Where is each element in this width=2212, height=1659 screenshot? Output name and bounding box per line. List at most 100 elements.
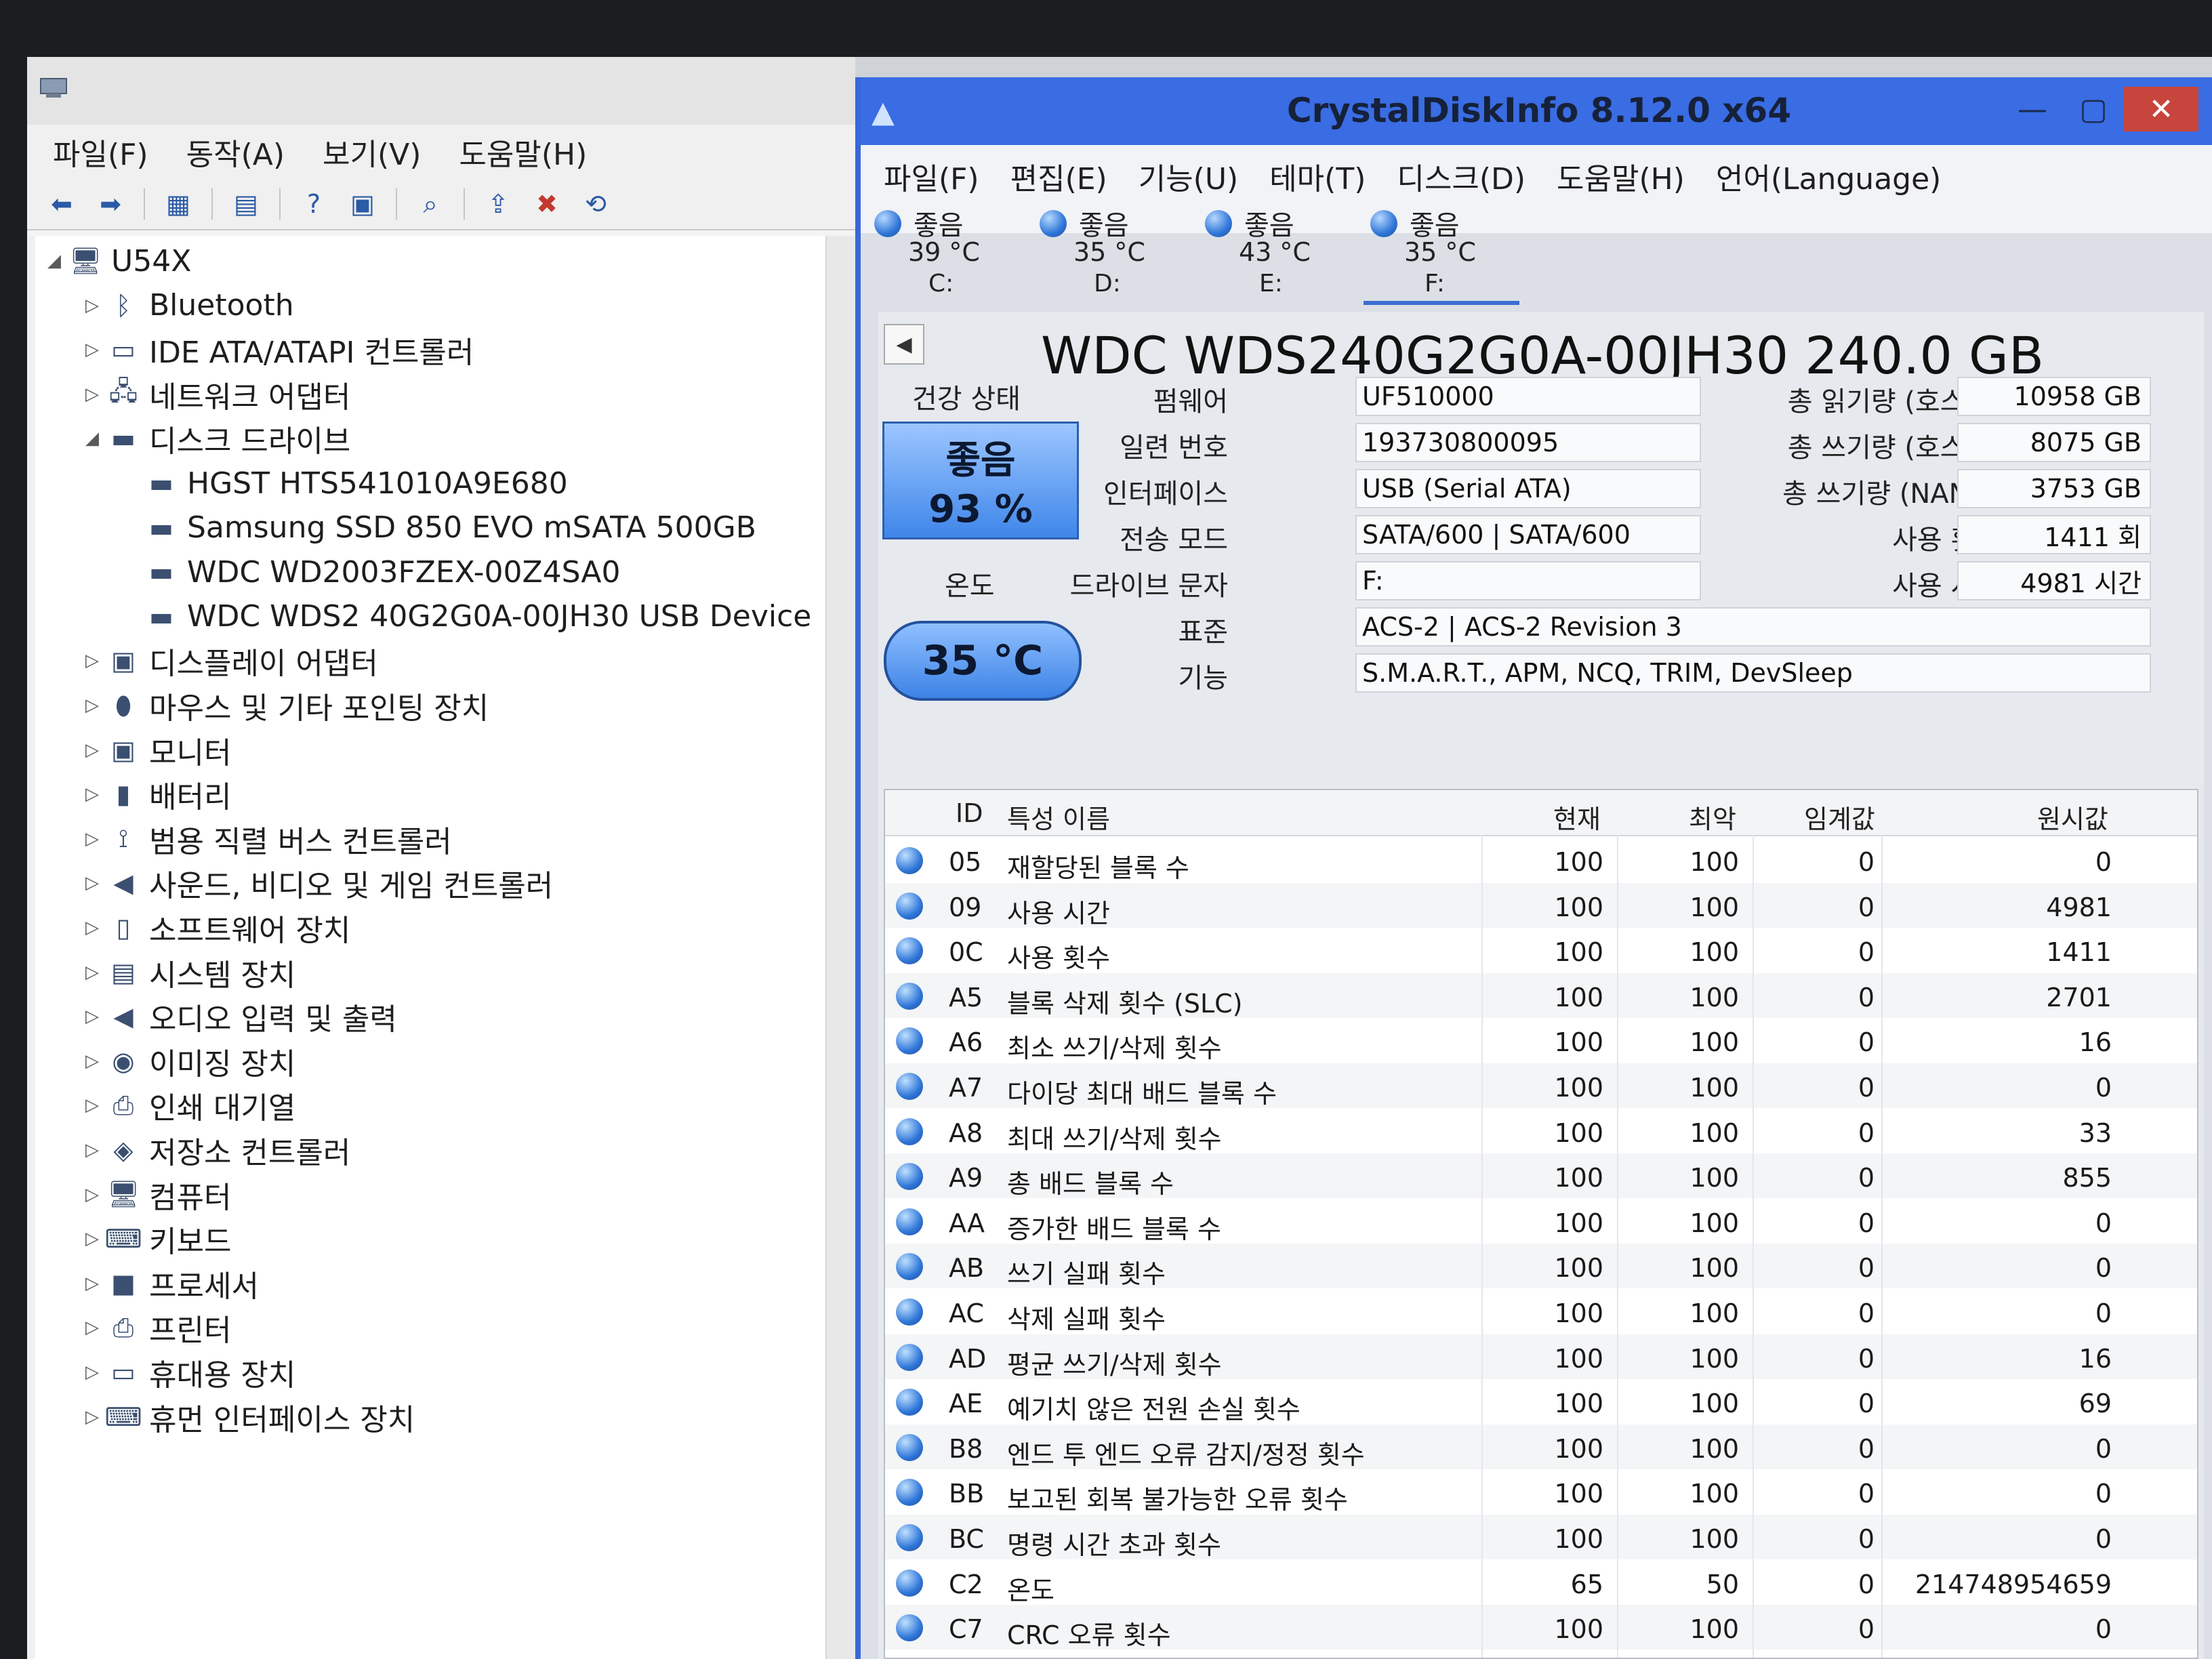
collapsed-arrow-icon[interactable]: ▷: [80, 384, 104, 405]
tree-item[interactable]: ▷ ◀ 오디오 입력 및 출력: [80, 996, 397, 1038]
table-row[interactable]: 05 재할당된 블록 수 100 100 0 0: [885, 838, 2197, 883]
col-threshold[interactable]: 임계값: [1804, 798, 1875, 836]
tree-item[interactable]: ▷ ⌨ 키보드: [80, 1218, 231, 1260]
help-icon[interactable]: ?: [295, 187, 332, 221]
tree-item[interactable]: ▷ ⬮ 마우스 및 기타 포인팅 장치: [80, 684, 489, 726]
collapsed-arrow-icon[interactable]: ▷: [80, 740, 104, 760]
collapsed-arrow-icon[interactable]: ▷: [80, 695, 104, 716]
collapsed-arrow-icon[interactable]: ▷: [80, 1407, 104, 1427]
collapsed-arrow-icon[interactable]: ▷: [80, 1229, 104, 1249]
tree-item[interactable]: ▷ ᛒ Bluetooth: [80, 285, 294, 327]
tree-item[interactable]: ▬ HGST HTS541010A9E680: [118, 462, 568, 504]
table-row[interactable]: A5 블록 삭제 횟수 (SLC) 100 100 0 2701: [885, 972, 2197, 1019]
menu-help[interactable]: 도움말(H): [1557, 155, 1685, 198]
table-row[interactable]: A7 다이당 최대 배드 블록 수 100 100 0 0: [885, 1063, 2197, 1109]
menu-view[interactable]: 보기(V): [323, 130, 421, 173]
table-row[interactable]: 0C 사용 횟수 100 100 0 1411: [885, 928, 2197, 973]
table-row[interactable]: AB 쓰기 실패 횟수 100 100 0 0: [885, 1244, 2197, 1289]
devmgr-scrollbar[interactable]: [825, 236, 855, 1659]
table-row[interactable]: AC 삭제 실패 횟수 100 100 0 0: [885, 1289, 2197, 1334]
tree-item[interactable]: ▷ ▣ 디스플레이 어댑터: [80, 640, 378, 682]
update-driver-icon[interactable]: ⇪: [480, 187, 516, 221]
menu-disk[interactable]: 디스크(D): [1397, 155, 1525, 198]
scan-icon[interactable]: ⌕: [412, 187, 449, 221]
properties-icon[interactable]: ▦: [160, 187, 197, 221]
collapsed-arrow-icon[interactable]: ▷: [80, 1140, 104, 1160]
tree-item[interactable]: ▷ ⟟ 범용 직렬 버스 컨트롤러: [80, 818, 452, 860]
collapsed-arrow-icon[interactable]: ▷: [80, 962, 104, 983]
table-row[interactable]: C7 CRC 오류 횟수 100 100 0 0: [885, 1605, 2197, 1650]
table-row[interactable]: A6 최소 쓰기/삭제 횟수 100 100 0 16: [885, 1018, 2197, 1063]
tree-item[interactable]: ▷ ▣ 모니터: [80, 729, 231, 771]
tree-item[interactable]: ▷ ▤ 시스템 장치: [80, 951, 295, 994]
tree-item[interactable]: ▷ ⎙ 프린터: [80, 1307, 231, 1349]
col-worst[interactable]: 최악: [1689, 798, 1736, 836]
drive-tab-d[interactable]: 좋음 35 °C D:: [1033, 199, 1189, 301]
collapsed-arrow-icon[interactable]: ▷: [80, 1095, 104, 1115]
menu-function[interactable]: 기능(U): [1139, 155, 1239, 198]
table-row[interactable]: C2 온도 65 50 0 214748954659: [885, 1560, 2197, 1605]
col-id[interactable]: ID: [956, 798, 983, 828]
maximize-button[interactable]: ▢: [2063, 87, 2124, 131]
tree-item[interactable]: ▷ ◀ 사운드, 비디오 및 게임 컨트롤러: [80, 862, 553, 904]
table-row[interactable]: A9 총 배드 블록 수 100 100 0 855: [885, 1153, 2197, 1199]
menu-file[interactable]: 파일(F): [884, 155, 979, 198]
col-current[interactable]: 현재: [1553, 798, 1601, 836]
view-icon[interactable]: ▣: [344, 187, 381, 221]
minimize-button[interactable]: —: [2002, 87, 2063, 131]
tree-item[interactable]: ▷ ◈ 저장소 컨트롤러: [80, 1129, 350, 1171]
tree-item[interactable]: ▷ ⌨ 휴먼 인터페이스 장치: [80, 1396, 415, 1438]
collapsed-arrow-icon[interactable]: ▷: [80, 1051, 104, 1071]
tree-item[interactable]: ▬ WDC WDS2 40G2G0A-00JH30 USB Device: [118, 596, 811, 638]
collapsed-arrow-icon[interactable]: ▷: [80, 1317, 104, 1338]
collapsed-arrow-icon[interactable]: ▷: [80, 1006, 104, 1027]
health-status-badge[interactable]: 좋음 93 %: [882, 422, 1079, 539]
tree-item[interactable]: ▷ ▮ 배터리: [80, 773, 231, 815]
drive-tab-f[interactable]: 좋음 35 °C F:: [1364, 199, 1519, 305]
col-name[interactable]: 특성 이름: [1007, 798, 1110, 836]
collapsed-arrow-icon[interactable]: ▷: [80, 918, 104, 938]
table-row[interactable]: E6미디어 소모 지표10010008001575716...: [885, 1650, 2197, 1658]
tree-item[interactable]: ▷ ◉ 이미징 장치: [80, 1040, 295, 1082]
expanded-arrow-icon[interactable]: ◢: [42, 251, 66, 271]
table-row[interactable]: B8 엔드 투 엔드 오류 감지/정정 횟수 100 100 0 0: [885, 1424, 2197, 1470]
forward-icon[interactable]: ➡: [92, 187, 129, 221]
table-row[interactable]: AE 예기치 않은 전원 손실 횟수 100 100 0 69: [885, 1379, 2197, 1425]
collapsed-arrow-icon[interactable]: ▷: [80, 651, 104, 671]
tree-item[interactable]: ▷ 🖧 네트워크 어댑터: [80, 373, 350, 415]
menu-action[interactable]: 동작(A): [186, 130, 285, 173]
tree-item[interactable]: ▷ ▯ 소프트웨어 장치: [80, 907, 350, 949]
col-raw[interactable]: 원시값: [2037, 798, 2108, 836]
close-button[interactable]: ✕: [2124, 87, 2198, 131]
previous-disk-button[interactable]: ◀: [884, 324, 924, 365]
enable-icon[interactable]: ⟲: [577, 187, 614, 221]
collapsed-arrow-icon[interactable]: ▷: [80, 784, 104, 804]
table-row[interactable]: AD 평균 쓰기/삭제 횟수 100 100 0 16: [885, 1334, 2197, 1380]
collapsed-arrow-icon[interactable]: ▷: [80, 340, 104, 360]
collapsed-arrow-icon[interactable]: ▷: [80, 829, 104, 849]
uninstall-icon[interactable]: ✖: [529, 187, 565, 221]
tree-item[interactable]: ▬ Samsung SSD 850 EVO mSATA 500GB: [118, 507, 756, 549]
drive-tab-c[interactable]: 좋음 39 °C C:: [867, 199, 1023, 301]
drive-tab-e[interactable]: 좋음 43 °C E:: [1198, 199, 1354, 301]
collapsed-arrow-icon[interactable]: ▷: [80, 873, 104, 893]
expanded-arrow-icon[interactable]: ◢: [80, 428, 104, 449]
collapsed-arrow-icon[interactable]: ▷: [80, 1185, 104, 1205]
menu-language[interactable]: 언어(Language): [1716, 155, 1941, 198]
table-row[interactable]: 09 사용 시간 100 100 0 4981: [885, 882, 2197, 928]
table-row[interactable]: BB 보고된 회복 불가능한 오류 횟수 100 100 0 0: [885, 1469, 2197, 1515]
tree-item[interactable]: ◢ 🖥 U54X: [42, 240, 191, 282]
tree-item[interactable]: ▷ ▭ 휴대용 장치: [80, 1351, 295, 1393]
tree-item[interactable]: ◢ ▬ 디스크 드라이브: [80, 417, 350, 459]
tree-item[interactable]: ▷ ⎙ 인쇄 대기열: [80, 1084, 295, 1126]
tree-item[interactable]: ▬ WDC WD2003FZEX-00Z4SA0: [118, 551, 620, 593]
collapsed-arrow-icon[interactable]: ▷: [80, 1362, 104, 1382]
table-row[interactable]: AA 증가한 배드 블록 수 100 100 0 0: [885, 1199, 2197, 1244]
table-row[interactable]: A8 최대 쓰기/삭제 횟수 100 100 0 33: [885, 1109, 2197, 1154]
collapsed-arrow-icon[interactable]: ▷: [80, 1273, 104, 1294]
tree-item[interactable]: ▷ ▭ IDE ATA/ATAPI 컨트롤러: [80, 329, 474, 371]
menu-help[interactable]: 도움말(H): [459, 130, 587, 173]
tree-item[interactable]: ▷ 🖥 컴퓨터: [80, 1174, 231, 1216]
collapsed-arrow-icon[interactable]: ▷: [80, 295, 104, 316]
back-icon[interactable]: ⬅: [43, 187, 80, 221]
